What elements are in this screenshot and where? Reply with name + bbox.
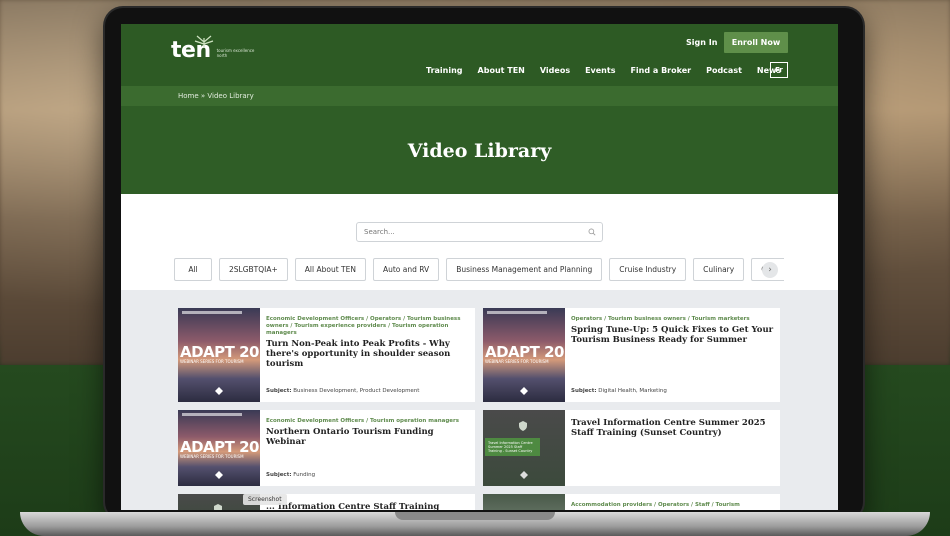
video-card[interactable]: ... Information Centre Staff Training [178,494,475,510]
nav-training[interactable]: Training [426,66,463,75]
search-icon[interactable] [588,228,596,236]
filter-chip[interactable]: All [174,258,212,281]
filter-chip[interactable]: Cruise Industry [609,258,687,281]
hero-banner: Video Library [121,106,838,194]
search-box[interactable] [356,222,603,242]
card-title[interactable]: Northern Ontario Tourism Funding Webinar [266,427,469,447]
card-tags: Operators / Tourism business owners / To… [571,316,750,322]
video-thumbnail[interactable]: ADAPT 2025 WEBINAR SERIES FOR TOURISM [178,410,260,486]
card-body: Travel Information Centre Summer 2025 St… [565,410,780,486]
video-grid: ADAPT 2025 WEBINAR SERIES FOR TOURISM Ec… [121,290,838,510]
ontario-logo-icon [215,471,223,479]
card-subject: Subject: Business Development, Product D… [266,388,419,394]
site-logo[interactable]: ten tourism excellence north [171,35,255,62]
thumbnail-subtitle: WEBINAR SERIES FOR TOURISM [180,454,244,459]
card-body: Accommodation providers / Operators / St… [565,494,780,510]
nav-events[interactable]: Events [585,66,615,75]
enroll-now-button[interactable]: Enroll Now [724,32,788,53]
logo-subtitle: tourism excellence north [216,48,255,58]
filter-area: All 2SLGBTQIA+ All About TEN Auto and RV… [121,194,838,290]
nav-podcast[interactable]: Podcast [706,66,742,75]
thumbnail-title: Travel Information Centre Summer 2025 St… [485,438,540,456]
card-subject: Subject: Digital Health, Marketing [571,388,667,394]
filter-chip[interactable]: Culinary [693,258,745,281]
shield-icon [214,504,222,510]
subject-label: Subject: [266,472,292,478]
search-input[interactable] [357,223,582,241]
thumbnail-topbar [182,413,242,416]
nav-videos[interactable]: Videos [540,66,570,75]
card-tags: Economic Development Officers / Tourism … [266,418,459,424]
subject-value: Business Development, Product Developmen… [293,388,420,394]
subject-label: Subject: [266,388,292,394]
thumbnail-subtitle: WEBINAR SERIES FOR TOURISM [180,359,244,364]
video-card[interactable]: ADAPT 2025 WEBINAR SERIES FOR TOURISM Ec… [178,308,475,402]
card-body: Economic Development Officers / Tourism … [260,410,475,486]
video-card[interactable]: ADAPT 2025 WEBINAR SERIES FOR TOURISM Ec… [178,410,475,486]
ontario-logo-icon [520,387,528,395]
thumbnail-topbar [487,311,547,314]
ontario-logo-icon [215,387,223,395]
card-tags: Accommodation providers / Operators / St… [571,502,740,508]
card-body: ... Information Centre Staff Training [260,494,475,510]
thumbnail-subtitle: WEBINAR SERIES FOR TOURISM [485,359,549,364]
card-subject: Subject: Funding [266,472,315,478]
shield-icon [519,421,527,431]
card-tags: Economic Development Officers / Operator… [266,316,461,336]
nav-about-ten[interactable]: About TEN [478,66,525,75]
leaf-icon [194,35,214,48]
card-body: Economic Development Officers / Operator… [260,308,475,402]
video-thumbnail[interactable] [483,494,565,510]
ontario-logo-icon [520,471,528,479]
card-body: Operators / Tourism business owners / To… [565,308,780,402]
video-card[interactable]: Travel Information Centre Summer 2025 St… [483,410,780,486]
card-title[interactable]: Spring Tune-Up: 5 Quick Fixes to Get You… [571,325,774,345]
subject-value: Funding [293,472,316,478]
screenshot-tooltip: Screenshot [243,494,287,505]
video-thumbnail[interactable]: Travel Information Centre Summer 2025 St… [483,410,565,486]
card-title[interactable]: ... Information Centre Staff Training [266,502,469,510]
video-thumbnail[interactable]: ADAPT 2025 WEBINAR SERIES FOR TOURISM [178,308,260,402]
filter-chip[interactable]: Auto and RV [372,258,440,281]
breadcrumb[interactable]: Home » Video Library [178,92,254,100]
laptop-screen: ten tourism excellence north Sign In Enr… [121,24,838,510]
video-card[interactable]: Accommodation providers / Operators / St… [483,494,780,510]
card-title[interactable]: Turn Non-Peak into Peak Profits - Why th… [266,339,469,369]
video-card[interactable]: ADAPT 2025 WEBINAR SERIES FOR TOURISM Op… [483,308,780,402]
card-title[interactable]: Travel Information Centre Summer 2025 St… [571,418,774,438]
subject-label: Subject: [571,388,597,394]
chevron-right-icon[interactable]: › [762,262,778,278]
page-title: Video Library [407,140,552,162]
filter-chip[interactable]: 2SLGBTQIA+ [219,258,288,281]
breadcrumb-bar: Home » Video Library [121,86,838,106]
category-filters: All 2SLGBTQIA+ All About TEN Auto and RV… [174,258,784,281]
video-thumbnail[interactable]: ADAPT 2025 WEBINAR SERIES FOR TOURISM [483,308,565,402]
language-toggle[interactable]: Fr [770,62,788,78]
site-header: ten tourism excellence north Sign In Enr… [121,24,838,86]
sign-in-link[interactable]: Sign In [686,38,717,47]
laptop-notch [395,512,555,520]
main-nav: Training About TEN Videos Events Find a … [426,66,781,75]
filter-chip[interactable]: Business Management and Planning [446,258,603,281]
nav-find-a-broker[interactable]: Find a Broker [630,66,691,75]
thumbnail-topbar [182,311,242,314]
subject-value: Digital Health, Marketing [598,388,667,394]
filter-chip[interactable]: All About TEN [294,258,366,281]
